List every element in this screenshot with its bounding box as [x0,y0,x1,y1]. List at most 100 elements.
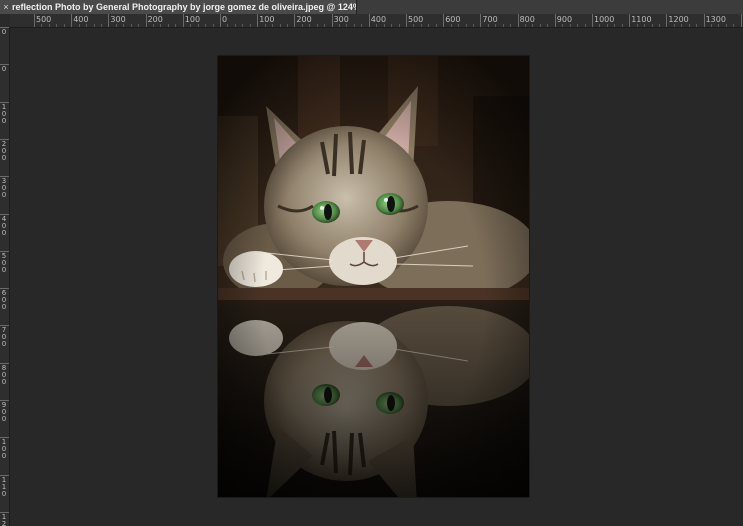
ruler-minor-tick [636,24,638,27]
ruler-minor-tick [286,24,288,27]
ruler-label: 400 [370,15,387,24]
ruler-minor-tick [78,24,80,27]
ruler-minor-tick [606,24,608,27]
ruler-tick [145,14,147,27]
ruler-minor-tick [644,24,646,27]
ruler-label: 0 [1,303,7,312]
ruler-minor-tick [339,24,341,27]
ruler-minor-tick [428,24,430,27]
ruler-label: 900 [556,15,573,24]
ruler-minor-tick [539,24,541,27]
ruler-label: 5 [1,251,7,260]
ruler-tick [294,14,296,27]
ruler-label: 0 [1,452,7,461]
ruler-minor-tick [41,24,43,27]
ruler-minor-tick [48,24,50,27]
ruler-minor-tick [614,24,616,27]
ruler-minor-tick [130,24,132,27]
ruler-minor-tick [658,24,660,27]
ruler-minor-tick [495,24,497,27]
ruler-minor-tick [391,24,393,27]
ruler-minor-tick [621,24,623,27]
ruler-minor-tick [673,24,675,27]
ruler-tick [108,14,110,27]
ruler-tick [592,14,593,27]
ruler-label: 200 [296,15,312,24]
ruler-minor-tick [472,24,474,27]
ruler-label: 100 [184,15,201,24]
ruler-label: 100 [259,15,275,24]
ruler-minor-tick [190,24,192,27]
ruler-minor-tick [465,24,467,27]
ruler-minor-tick [599,24,601,27]
ruler-label: 0 [1,228,7,237]
ruler-minor-tick [502,24,504,27]
ruler-tick [554,14,556,27]
ruler-minor-tick [93,24,95,27]
ruler-tick [257,14,259,27]
ruler-minor-tick [651,24,653,27]
ruler-minor-tick [264,24,266,27]
ruler-label: 8 [1,363,7,372]
ruler-label: 0 [1,221,7,230]
ruler-minor-tick [569,24,571,27]
ruler-label: 300 [333,15,349,24]
ruler-minor-tick [205,24,207,27]
ruler-minor-tick [547,24,549,27]
ruler-tick [666,14,668,27]
ruler-tick [740,14,742,27]
ruler-label: 1000 [594,15,615,24]
ruler-minor-tick [398,24,400,27]
ruler-minor-tick [525,24,527,27]
ruler-label: 0 [1,377,7,386]
ruler-minor-tick [242,24,244,27]
ruler-minor-tick [197,24,199,27]
ruler-label: 1300 [705,15,726,24]
ruler-minor-tick [272,24,274,27]
ruler-minor-tick [458,24,460,27]
ruler-label: 1200 [668,15,689,24]
ruler-minor-tick [115,24,117,27]
ruler-minor-tick [361,24,363,27]
ruler-minor-tick [324,24,326,27]
ruler-minor-tick [435,24,437,27]
ruler-label: 800 [519,15,535,24]
ruler-minor-tick [234,24,236,27]
ruler-minor-tick [100,24,102,27]
close-tab-icon[interactable]: × [0,0,12,14]
ruler-tick [629,14,631,27]
ruler-minor-tick [56,24,58,27]
ruler-label: 0 [1,489,7,498]
ruler-minor-tick [86,24,88,27]
ruler-minor-tick [376,24,378,27]
ruler-minor-tick [413,24,415,27]
ruler-minor-tick [718,24,720,27]
vertical-ruler[interactable]: 00100200300400500600700800900100110120 [0,27,10,526]
document-image[interactable] [218,56,529,497]
ruler-label: 2 [1,519,7,526]
ruler-minor-tick [420,24,422,27]
ruler-label: 2 [1,139,7,148]
document-tab[interactable]: × reflection Photo by General Photography… [0,0,357,14]
ruler-label: 0 [1,191,7,200]
ruler-tick [703,14,705,27]
ruler-label: 700 [482,15,498,24]
ruler-label: 0 [1,146,7,155]
ruler-corner [0,14,10,27]
ruler-tick [71,14,73,27]
ruler-tick [517,14,519,27]
ruler-minor-tick [123,24,125,27]
ruler-tick [220,14,221,27]
ruler-label: 1 [1,102,7,111]
ruler-minor-tick [279,24,281,27]
horizontal-ruler[interactable]: 500 400 300 200 100 0 100 200 300 400 500 600 700 800… [0,14,743,28]
ruler-minor-tick [450,24,452,27]
ruler-label: 0 [1,28,7,36]
ruler-minor-tick [725,24,727,27]
ruler-minor-tick [711,24,713,27]
ruler-minor-tick [681,24,683,27]
ruler-minor-tick [346,24,348,27]
ruler-label: 500 [408,15,424,24]
ruler-tick [182,14,184,27]
ruler-label: 0 [1,370,7,379]
